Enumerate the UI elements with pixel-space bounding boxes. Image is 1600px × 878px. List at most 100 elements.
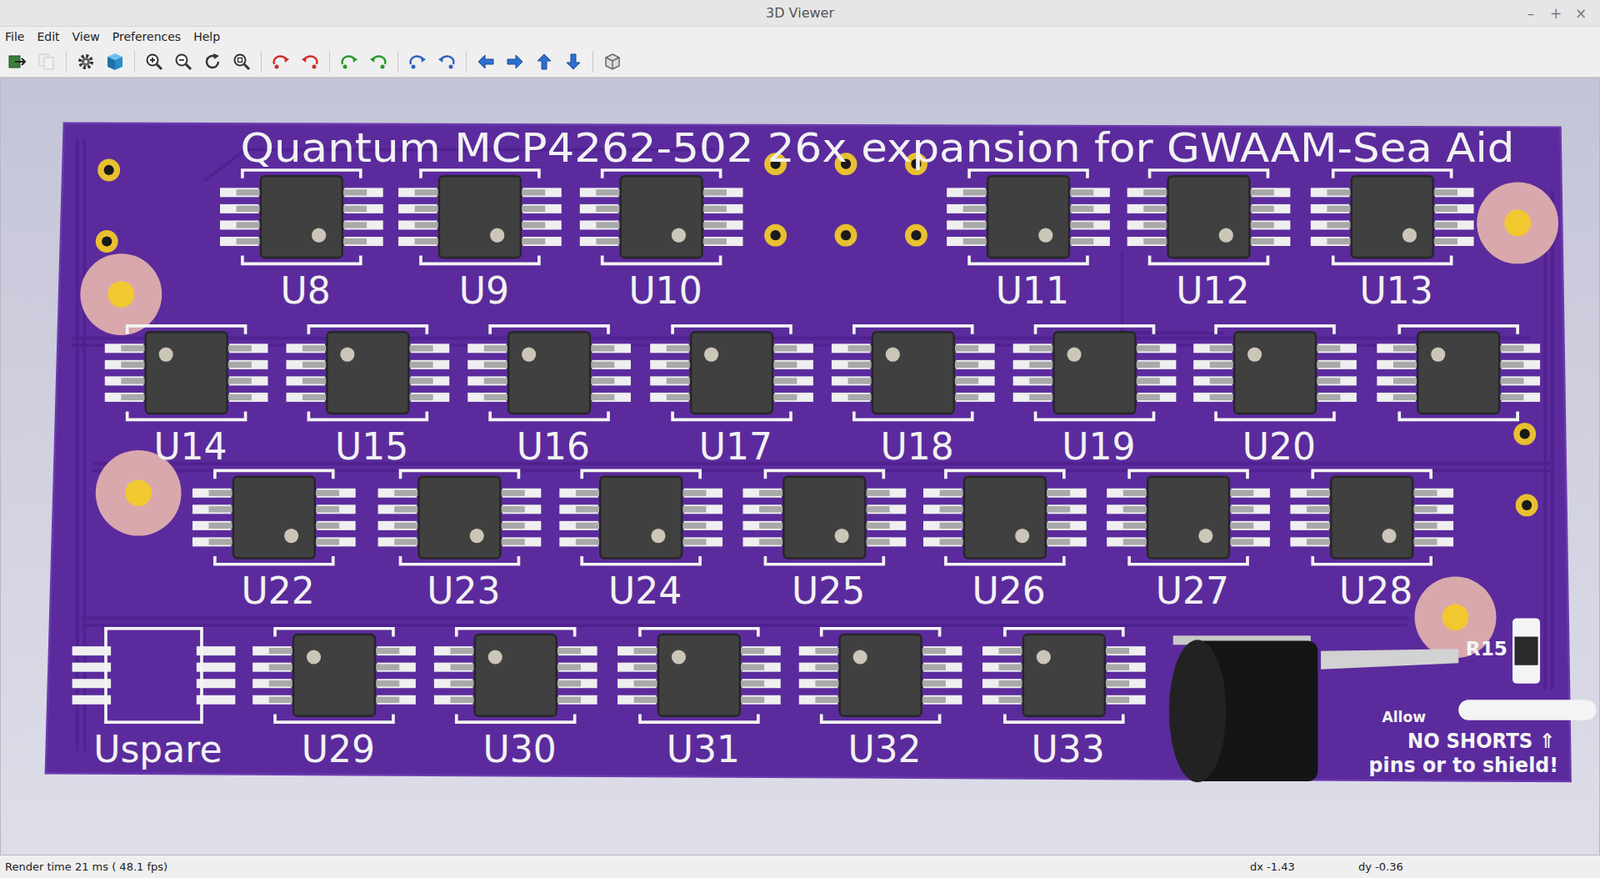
status-bar: Render time 21 ms ( 48.1 fps) dx -1.43 d… [0, 855, 1600, 878]
window-control[interactable]: × [1570, 5, 1592, 22]
redraw-icon [202, 51, 223, 72]
toolbar-button[interactable] [34, 49, 60, 75]
toolbar-button[interactable] [502, 49, 528, 75]
toolbar-button[interactable] [102, 49, 128, 75]
chip[interactable]: U30 [434, 628, 598, 770]
chip[interactable]: U20 [1193, 325, 1357, 468]
chip[interactable]: U28 [1290, 470, 1454, 612]
toolbar-button[interactable] [405, 49, 430, 75]
menu-item[interactable]: Preferences [112, 28, 187, 45]
toolbar-separator [465, 50, 467, 73]
settings-icon [75, 51, 96, 72]
toolbar-button[interactable] [5, 49, 30, 75]
trace [82, 139, 86, 750]
chip[interactable]: U15 [286, 325, 450, 468]
move-right-icon [505, 51, 525, 72]
toolbar-button[interactable] [365, 49, 391, 75]
chip[interactable]: U25 [743, 470, 907, 612]
trace [82, 616, 1408, 620]
view-canvas[interactable]: Quantum MCP4262-502 26x expansion for GW… [0, 77, 1600, 855]
chip[interactable]: U16 [467, 325, 631, 468]
chip[interactable]: U10 [580, 170, 744, 312]
toolbar-button[interactable] [600, 49, 625, 75]
toolbar-separator [260, 50, 262, 73]
toolbar-button[interactable] [170, 49, 196, 75]
pin1-dot [490, 228, 505, 243]
mounting-hole [80, 253, 162, 335]
chip[interactable]: U12 [1127, 170, 1291, 312]
silkscreen-bar [1458, 699, 1596, 720]
pcb-view[interactable]: Quantum MCP4262-502 26x expansion for GW… [0, 78, 1600, 855]
chip-label: U28 [1339, 569, 1413, 612]
window-title: 3D Viewer [765, 5, 835, 21]
silkscreen-note: Allow [1381, 708, 1426, 725]
chip[interactable]: U33 [982, 628, 1146, 770]
window-control[interactable]: – [1520, 5, 1542, 22]
chip[interactable] [1376, 325, 1540, 420]
chip[interactable]: U22 [192, 470, 356, 612]
move-left-icon [475, 51, 496, 72]
via [1515, 493, 1539, 516]
toolbar-separator [65, 50, 67, 73]
menu-item[interactable]: Help [193, 28, 226, 45]
pin1-dot [1015, 528, 1030, 543]
toolbar-button[interactable] [229, 49, 255, 75]
copy-icon [36, 51, 57, 72]
chip-label: U15 [335, 425, 409, 468]
pin1-dot [1066, 347, 1081, 362]
viewer-window: 3D Viewer –+× File Edit View Preferences Hel… [0, 0, 1600, 878]
rotate-x-cw-icon [270, 51, 291, 72]
rotate-z-cw-icon [407, 51, 428, 72]
toolbar-button[interactable] [141, 49, 167, 75]
toolbar-button[interactable] [531, 49, 557, 75]
window-control[interactable]: + [1545, 5, 1567, 22]
chip[interactable]: U17 [650, 325, 814, 468]
resistor[interactable] [1512, 618, 1540, 684]
chip[interactable]: U14 [105, 325, 269, 468]
pin1-dot [1402, 228, 1417, 243]
via [905, 224, 928, 247]
pin1-dot [704, 347, 719, 362]
pcb-board [45, 123, 1571, 781]
chip[interactable]: U31 [617, 628, 781, 770]
chip[interactable]: U11 [946, 170, 1110, 312]
chip[interactable]: U29 [252, 628, 416, 770]
toolbar-button[interactable] [473, 49, 499, 75]
chip[interactable]: U9 [398, 170, 562, 312]
menu-item[interactable]: Edit [36, 28, 65, 45]
toolbar-button[interactable] [200, 49, 225, 75]
rotate-z-ccw-icon [436, 51, 457, 72]
resistor-label: R15 [1465, 636, 1508, 660]
toolbar-button[interactable] [73, 49, 99, 75]
menu-bar: File Edit View Preferences Help [0, 26, 1600, 47]
chip[interactable]: U23 [378, 470, 542, 612]
toolbar-separator [329, 50, 330, 73]
pin1-dot [671, 228, 686, 243]
pin1-dot [1430, 347, 1445, 362]
chip-label: U26 [972, 569, 1046, 612]
toolbar-button[interactable] [560, 49, 586, 75]
empty-footprint[interactable]: Uspare [72, 628, 236, 770]
chip[interactable]: U26 [923, 470, 1087, 612]
chip[interactable]: U13 [1310, 170, 1475, 312]
trace [75, 139, 80, 750]
silkscreen-note: NO SHORTS ⇑ [1407, 728, 1555, 753]
chip-label: U23 [426, 569, 500, 612]
chip-label: U33 [1031, 727, 1105, 770]
toolbar-button[interactable] [268, 49, 294, 75]
zoom-fit-icon [231, 51, 252, 72]
chip[interactable]: U24 [559, 470, 723, 612]
chip[interactable]: U27 [1106, 470, 1270, 612]
chip-label: U19 [1061, 425, 1135, 468]
chip[interactable]: U19 [1013, 325, 1177, 468]
toolbar-button[interactable] [297, 49, 323, 75]
menu-item[interactable]: File [5, 28, 30, 45]
toolbar-button[interactable] [434, 49, 460, 75]
dx-readout: dx -1.43 [1250, 860, 1359, 873]
chip[interactable]: U8 [220, 170, 384, 312]
chip[interactable]: U32 [799, 628, 963, 770]
chip-label: Uspare [93, 727, 222, 770]
chip[interactable]: U18 [831, 325, 995, 468]
menu-item[interactable]: View [72, 28, 106, 45]
toolbar-button[interactable] [336, 49, 362, 75]
